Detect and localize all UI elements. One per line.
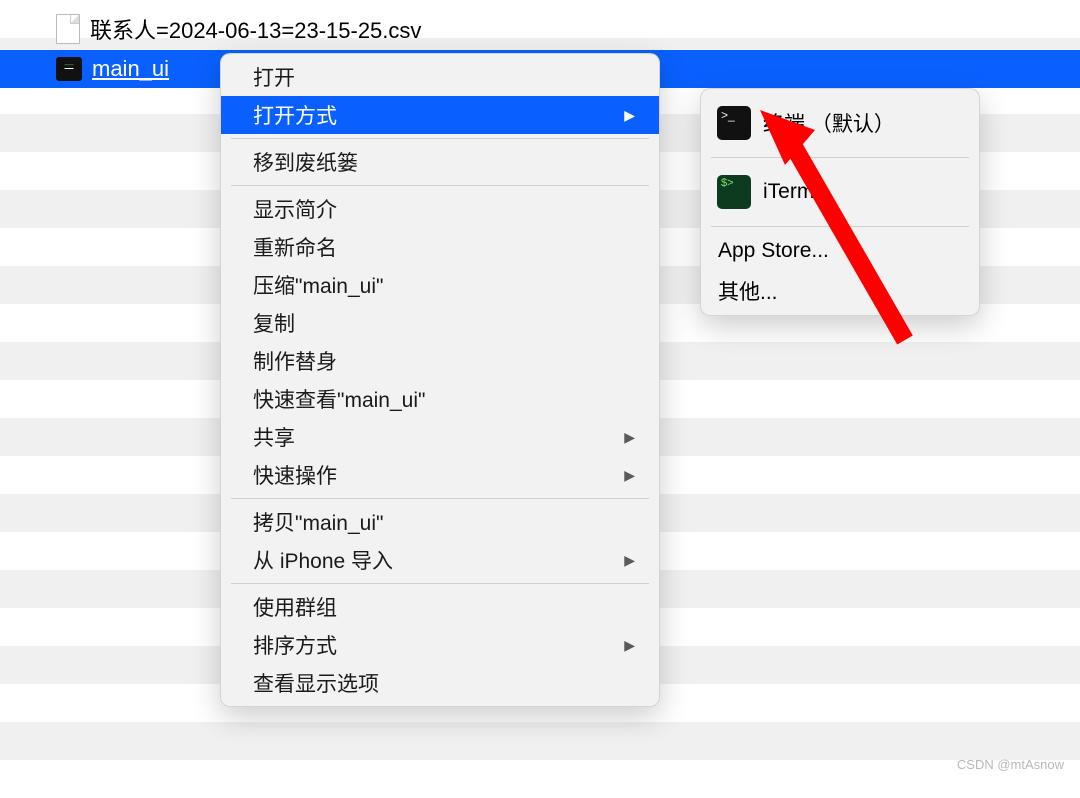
submenu-arrow-icon: ▶ — [624, 552, 635, 569]
menu-trash[interactable]: 移到废纸篓 — [221, 143, 659, 181]
menu-quick-actions[interactable]: 快速操作 ▶ — [221, 456, 659, 494]
menu-make-alias[interactable]: 制作替身 — [221, 342, 659, 380]
submenu-arrow-icon: ▶ — [624, 429, 635, 446]
menu-get-info[interactable]: 显示简介 — [221, 190, 659, 228]
file-row-csv[interactable]: 联系人=2024-06-13=23-15-25.csv — [0, 10, 1080, 48]
watermark: CSDN @mtAsnow — [957, 757, 1064, 772]
menu-separator — [231, 583, 649, 584]
menu-use-groups[interactable]: 使用群组 — [221, 588, 659, 626]
submenu-arrow-icon: ▶ — [624, 637, 635, 654]
terminal-file-icon: — — [56, 57, 82, 81]
menu-duplicate[interactable]: 复制 — [221, 304, 659, 342]
menu-copy[interactable]: 拷贝"main_ui" — [221, 503, 659, 541]
menu-rename[interactable]: 重新命名 — [221, 228, 659, 266]
menu-quick-look[interactable]: 快速查看"main_ui" — [221, 380, 659, 418]
menu-separator — [231, 138, 649, 139]
iterm-app-icon: $> — [717, 175, 751, 209]
file-name: 联系人=2024-06-13=23-15-25.csv — [90, 13, 421, 45]
menu-import-iphone[interactable]: 从 iPhone 导入 ▶ — [221, 541, 659, 579]
menu-sort-by[interactable]: 排序方式 ▶ — [221, 626, 659, 664]
submenu-arrow-icon: ▶ — [624, 107, 635, 124]
submenu-iterm[interactable]: $> iTerm — [701, 162, 979, 222]
menu-separator — [231, 185, 649, 186]
submenu-arrow-icon: ▶ — [624, 467, 635, 484]
menu-view-options[interactable]: 查看显示选项 — [221, 664, 659, 702]
menu-separator — [711, 157, 969, 158]
terminal-app-icon: >_ — [717, 106, 751, 140]
submenu-other[interactable]: 其他... — [701, 271, 979, 311]
menu-open[interactable]: 打开 — [221, 58, 659, 96]
menu-compress[interactable]: 压缩"main_ui" — [221, 266, 659, 304]
menu-separator — [711, 226, 969, 227]
file-name: main_ui — [92, 56, 169, 82]
menu-share[interactable]: 共享 ▶ — [221, 418, 659, 456]
context-menu: 打开 打开方式 ▶ 移到废纸篓 显示简介 重新命名 压缩"main_ui" 复制… — [220, 53, 660, 707]
submenu-app-store[interactable]: App Store... — [701, 231, 979, 271]
open-with-submenu: >_ 终端 （默认） $> iTerm App Store... 其他... — [700, 88, 980, 316]
menu-open-with[interactable]: 打开方式 ▶ — [221, 96, 659, 134]
submenu-terminal[interactable]: >_ 终端 （默认） — [701, 93, 979, 153]
document-icon — [56, 14, 80, 44]
menu-separator — [231, 498, 649, 499]
